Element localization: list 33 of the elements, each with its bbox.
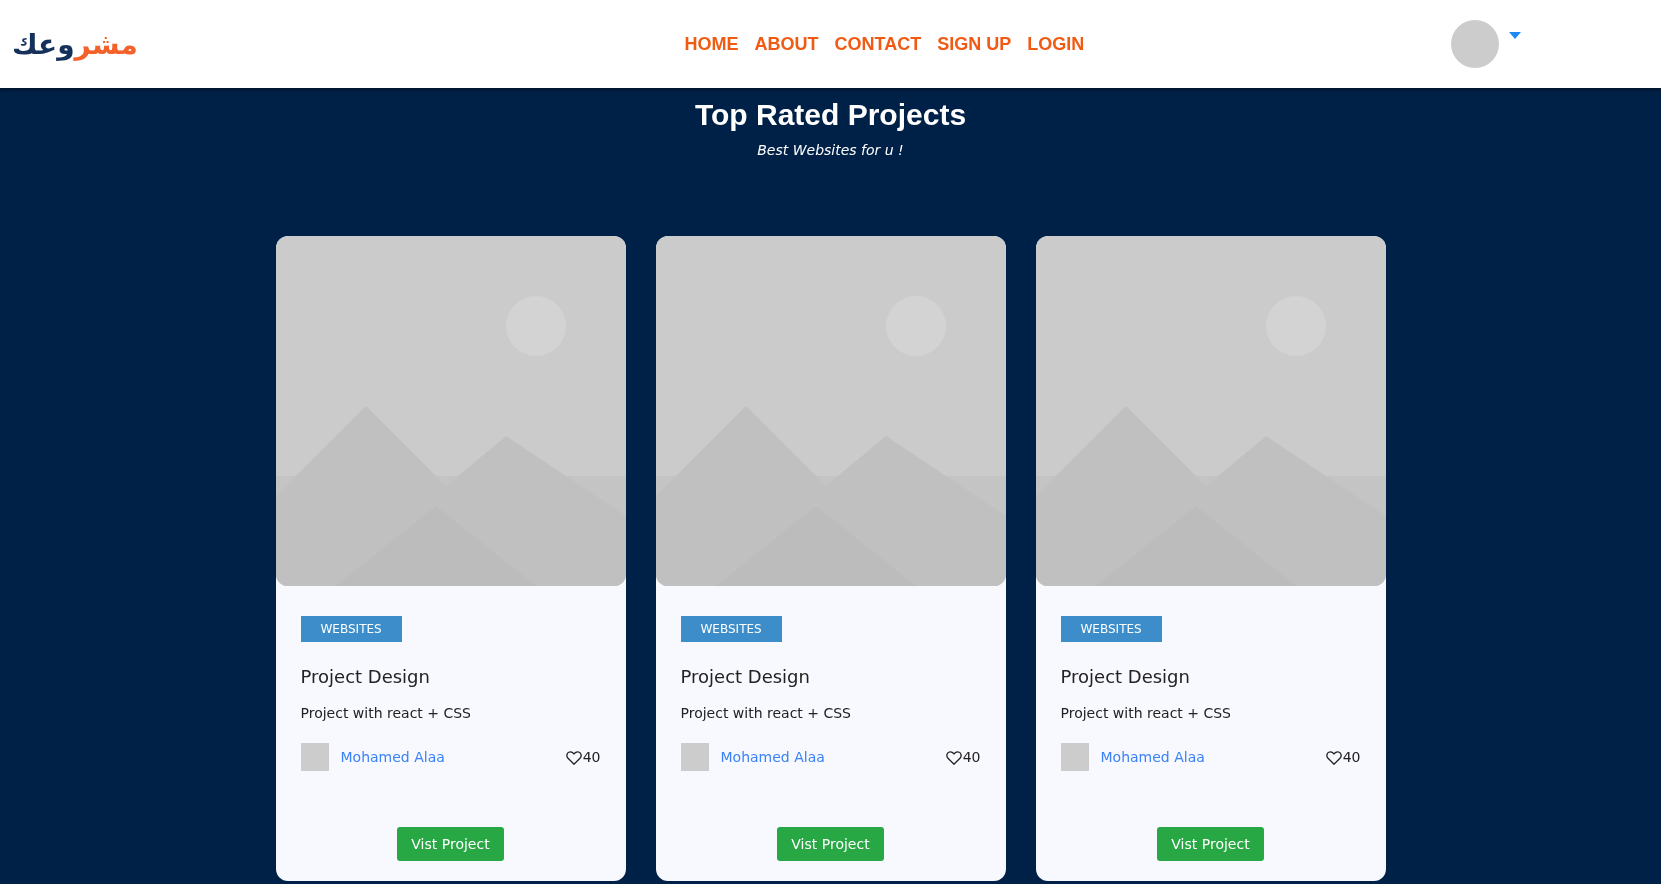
project-description: Project with react + CSS xyxy=(300,705,471,721)
project-title: Project Design xyxy=(300,666,430,687)
visit-project-button[interactable]: Vist Project xyxy=(777,827,884,861)
visit-project-button[interactable]: Vist Project xyxy=(1157,827,1264,861)
section-subtitle: Best Websites for u ! xyxy=(757,142,904,158)
nav-link[interactable]: HOME xyxy=(684,33,739,55)
author-avatar xyxy=(1060,743,1089,771)
project-title: Project Design xyxy=(680,666,810,687)
like-count: 40 xyxy=(582,749,601,765)
category-tag: WEBSITES xyxy=(680,616,782,642)
category-tag: WEBSITES xyxy=(1060,616,1162,642)
like-count: 40 xyxy=(1342,749,1361,765)
visit-project-button[interactable]: Vist Project xyxy=(397,827,504,861)
nav-link[interactable]: CONTACT xyxy=(834,33,922,55)
nav-link[interactable]: ABOUT xyxy=(754,33,819,55)
heart-icon[interactable] xyxy=(565,749,582,765)
author-link[interactable]: Mohamed Alaa xyxy=(340,749,554,765)
project-description: Project with react + CSS xyxy=(1060,705,1231,721)
section-title: Top Rated Projects xyxy=(694,98,967,132)
author-link[interactable]: Mohamed Alaa xyxy=(1100,749,1314,765)
heart-icon[interactable] xyxy=(945,749,962,765)
author-avatar xyxy=(300,743,329,771)
project-description: Project with react + CSS xyxy=(680,705,851,721)
project-title: Project Design xyxy=(1060,666,1190,687)
like-count: 40 xyxy=(962,749,981,765)
author-avatar xyxy=(680,743,709,771)
category-tag: WEBSITES xyxy=(300,616,402,642)
author-link[interactable]: Mohamed Alaa xyxy=(720,749,934,765)
nav-link[interactable]: SIGN UP xyxy=(937,33,1012,55)
nav-link[interactable]: LOGIN xyxy=(1027,33,1085,55)
caret-icon[interactable] xyxy=(1509,32,1521,40)
heart-icon[interactable] xyxy=(1325,749,1342,765)
logo[interactable]: مشروعك xyxy=(12,27,138,61)
